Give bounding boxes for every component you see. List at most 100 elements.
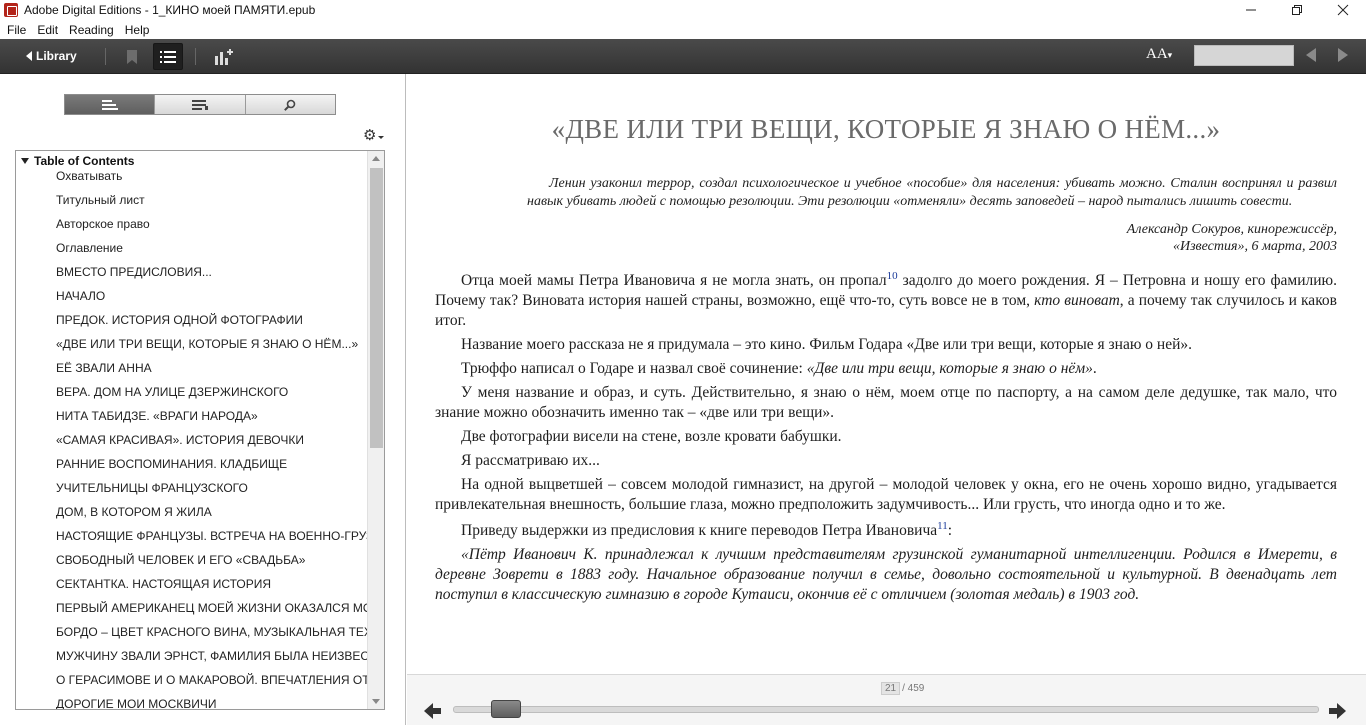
epigraph-attribution: Александр Сокуров, кинорежиссёр, «Извест… [435,221,1337,255]
toc-item[interactable]: «САМАЯ КРАСИВАЯ». ИСТОРИЯ ДЕВОЧКИ [16,431,368,455]
reading-pane: «ДВЕ ИЛИ ТРИ ВЕЩИ, КОТОРЫЕ Я ЗНАЮ О НЁМ.… [407,74,1366,674]
toc-item[interactable]: ПРЕДОК. ИСТОРИЯ ОДНОЙ ФОТОГРАФИИ [16,311,368,335]
restore-icon [1292,5,1302,15]
text-run: «Две или три вещи, которые я знаю о нём» [806,360,1093,377]
toc-item[interactable]: ДОРОГИЕ МОИ МОСКВИЧИ [16,695,368,709]
bar-chart-add-icon [215,48,233,65]
text-run: Приведу выдержки из предисловия к книге … [461,522,938,539]
toc-item[interactable]: ВЕРА. ДОМ НА УЛИЦЕ ДЗЕРЖИНСКОГО [16,383,368,407]
paragraph: На одной выцветшей – совсем молодой гимн… [435,476,1337,513]
epigraph: Ленин узаконил террор, создал психологич… [527,176,1337,209]
window-title: Adobe Digital Editions - 1_КИНО моей ПАМ… [24,3,316,17]
adobe-digital-editions-icon [4,3,18,17]
toc-item[interactable]: О ГЕРАСИМОВЕ И О МАКАРОВОЙ. ВПЕЧАТЛЕНИЯ … [16,671,368,695]
toc-item[interactable]: ПЕРВЫЙ АМЕРИКАНЕЦ МОЕЙ ЖИЗНИ ОКАЗАЛСЯ МО… [16,599,368,623]
paragraph: У меня название и образ, и суть. Действи… [435,384,1337,421]
window-controls [1228,0,1366,20]
toc-scrollbar[interactable] [367,151,384,709]
paragraph: «Пётр Иванович К. принадлежал к лучшим п… [435,546,1337,603]
toc-item[interactable]: ВМЕСТО ПРЕДИСЛОВИЯ... [16,263,368,287]
page-indicator: 21 / 459 [881,682,924,695]
footnote-link[interactable]: 11 [937,520,948,532]
page-number-input[interactable] [1194,45,1294,66]
library-button[interactable]: Library [26,47,77,65]
toc-item[interactable]: Титульный лист [16,191,368,215]
toc-item[interactable]: МУЖЧИНУ ЗВАЛИ ЭРНСТ, ФАМИЛИЯ БЫЛА НЕИЗВЕ… [16,647,368,671]
total-pages: / 459 [902,683,925,694]
footnote-link[interactable]: 10 [887,270,898,282]
toc-item[interactable]: РАННИЕ ВОСПОМИНАНИЯ. КЛАДБИЩЕ [16,455,368,479]
scroll-up-arrow-icon[interactable] [372,156,380,161]
menu-edit[interactable]: Edit [31,23,63,37]
expand-triangle-icon[interactable] [21,158,29,164]
toc-header[interactable]: Table of Contents [20,154,134,168]
menu-reading[interactable]: Reading [63,23,119,37]
annotations-icon [191,99,208,110]
title-bar: Adobe Digital Editions - 1_КИНО моей ПАМ… [0,0,1366,20]
toc-item[interactable]: ДОМ, В КОТОРОМ Я ЖИЛА [16,503,368,527]
page-content: «ДВЕ ИЛИ ТРИ ВЕЩИ, КОТОРЫЕ Я ЗНАЮ О НЁМ.… [435,114,1337,609]
previous-page-icon[interactable] [423,702,443,720]
text-run: Отца моей мамы Петра Ивановича я не могл… [461,272,887,289]
paragraph: Я рассматриваю их... [461,452,600,469]
chevron-down-icon: ▾ [1167,50,1173,60]
chevron-down-icon [378,136,384,139]
text-run: : [947,522,953,539]
toc-item[interactable]: Авторское право [16,215,368,239]
toc-item[interactable]: БОРДО – ЦВЕТ КРАСНОГО ВИНА, МУЗЫКАЛЬНАЯ … [16,623,368,647]
page-slider-thumb[interactable] [491,700,521,718]
toc-item[interactable]: НАЧАЛО [16,287,368,311]
maximize-button[interactable] [1274,0,1320,20]
previous-page-arrow-icon[interactable] [1306,48,1316,62]
toc-icon [101,99,118,110]
attribution-line: Александр Сокуров, кинорежиссёр, [1126,222,1337,237]
library-label: Library [36,49,77,63]
toc-item[interactable]: Охватывать [16,167,368,191]
next-page-icon[interactable] [1327,702,1347,720]
close-icon [1337,4,1349,16]
search-icon [284,99,296,111]
toc-item[interactable]: УЧИТЕЛЬНИЦЫ ФРАНЦУЗСКОГО [16,479,368,503]
bookmark-button[interactable] [117,43,147,70]
minimize-button[interactable] [1228,0,1274,20]
search-tab[interactable] [246,95,335,114]
menu-help[interactable]: Help [119,23,155,37]
page-slider-track[interactable] [453,706,1319,713]
toc-tab[interactable] [65,95,156,114]
text-run: . [1092,360,1097,377]
body-text: Отца моей мамы Петра Ивановича я не могл… [435,271,1337,605]
gear-icon[interactable]: ⚙ [363,126,376,144]
toc-item[interactable]: ЕЁ ЗВАЛИ АННА [16,359,368,383]
toc-header-label: Table of Contents [34,154,135,168]
text-run: Трюффо написал о Годаре и назвал своё со… [461,360,807,377]
toc-list: Охватывать Титульный лист Авторское прав… [16,167,368,709]
toc-item[interactable]: СВОБОДНЫЙ ЧЕЛОВЕК И ЕГО «СВАДЬБА» [16,551,368,575]
toolbar-divider [195,48,196,65]
menu-file[interactable]: File [0,23,31,37]
back-arrow-icon [26,51,32,61]
scrollbar-thumb[interactable] [370,168,383,448]
current-page[interactable]: 21 [881,682,901,695]
paragraph: Трюффо написал о Годаре и назвал своё со… [435,359,1337,379]
paragraph: Отца моей мамы Петра Ивановича я не могл… [435,271,1337,331]
font-size-button[interactable]: AA▾ [1146,46,1172,63]
paragraph: Название моего рассказа не я придумала –… [461,336,1193,353]
attribution-line: «Известия», 6 марта, 2003 [1172,239,1337,254]
annotations-tab[interactable] [155,95,246,114]
toc-item[interactable]: НИТА ТАБИДЗЕ. «ВРАГИ НАРОДА» [16,407,368,431]
bookmark-icon [127,49,137,64]
close-button[interactable] [1320,0,1366,20]
list-icon [160,50,176,63]
scroll-down-arrow-icon[interactable] [372,699,380,704]
chapter-title: «ДВЕ ИЛИ ТРИ ВЕЩИ, КОТОРЫЕ Я ЗНАЮ О НЁМ.… [551,114,1221,144]
next-page-arrow-icon[interactable] [1338,48,1348,62]
toc-item[interactable]: «ДВЕ ИЛИ ТРИ ВЕЩИ, КОТОРЫЕ Я ЗНАЮ О НЁМ.… [16,335,368,359]
menu-bar: File Edit Reading Help [0,20,1366,39]
toc-item[interactable]: НАСТОЯЩИЕ ФРАНЦУЗЫ. ВСТРЕЧА НА ВОЕННО-ГР… [16,527,368,551]
sidebar: ⚙ Table of Contents Охватывать Титульный… [0,74,406,725]
toc-item[interactable]: СЕКТАНТКА. НАСТОЯЩАЯ ИСТОРИЯ [16,575,368,599]
toc-item[interactable]: Оглавление [16,239,368,263]
add-chart-button[interactable] [209,43,239,70]
toc-view-button[interactable] [153,43,183,70]
app-window: Adobe Digital Editions - 1_КИНО моей ПАМ… [0,0,1366,725]
